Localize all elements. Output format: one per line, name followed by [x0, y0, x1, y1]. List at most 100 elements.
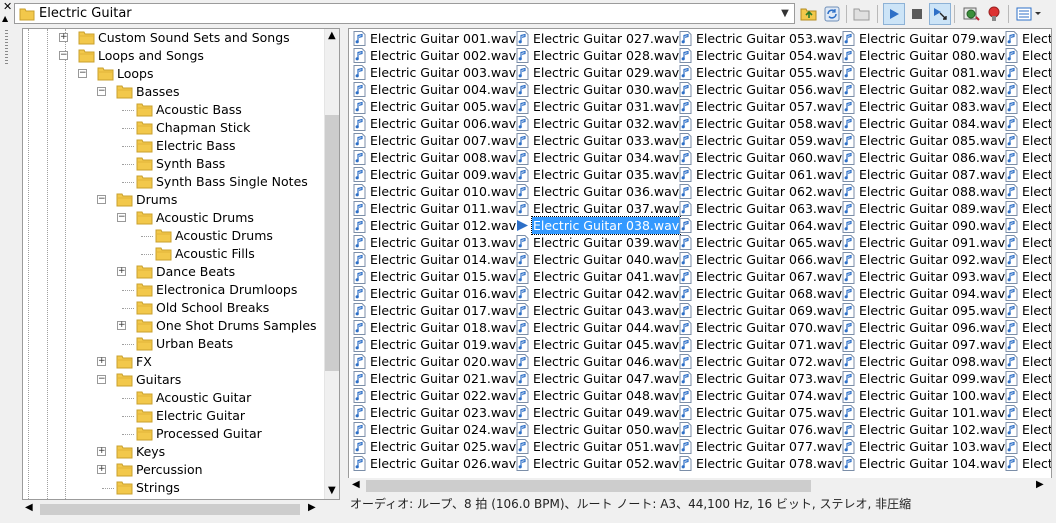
close-icon[interactable]: ✕	[3, 1, 12, 12]
file-name: Electric Guitar 059.wav	[696, 133, 843, 148]
path-value: Electric Guitar	[39, 6, 132, 21]
file-name: Elect	[1022, 133, 1052, 148]
file-name: Electric Guitar 046.wav	[533, 354, 680, 369]
folder-icon	[116, 481, 133, 499]
file-name: Electric Guitar 016.wav	[370, 286, 517, 301]
file-name: Elect	[1022, 99, 1052, 114]
folder-icon	[116, 193, 133, 212]
file-name: Electric Guitar 010.wav	[370, 184, 517, 199]
folder-tree[interactable]: + Custom Sound Sets and Songs − Loops and S…	[22, 28, 340, 500]
file-name: Elect	[1022, 150, 1052, 165]
path-combobox[interactable]: Electric Guitar ▼	[14, 3, 795, 24]
file-name: Electric Guitar 060.wav	[696, 150, 843, 165]
up-folder-button[interactable]	[798, 3, 820, 25]
tree-item-label: Basses	[136, 84, 180, 99]
collapse-icon[interactable]: −	[117, 213, 126, 222]
view-options-button[interactable]	[1014, 3, 1044, 25]
audio-file-icon	[353, 456, 366, 475]
file-name: Electric Guitar 004.wav	[370, 82, 517, 97]
scroll-left-icon[interactable]: ◀	[352, 479, 360, 490]
folder-icon	[78, 31, 95, 50]
file-name: Electric Guitar 071.wav	[696, 337, 843, 352]
play-button[interactable]	[883, 3, 905, 25]
file-name: Electric Guitar 101.wav	[859, 405, 1006, 420]
scroll-up-icon[interactable]: ▲	[328, 30, 336, 41]
file-name: Electric Guitar 057.wav	[696, 99, 843, 114]
tree-item-label: Strings	[136, 480, 180, 495]
file-name: Electric Guitar 038.wav	[530, 216, 682, 235]
tree-item-label: Keys	[136, 444, 166, 459]
file-name: Electric Guitar 073.wav	[696, 371, 843, 386]
folder-icon	[136, 319, 153, 338]
audio-file-icon	[842, 456, 855, 475]
collapse-icon[interactable]: −	[97, 87, 106, 96]
file-name: Electric Guitar 056.wav	[696, 82, 843, 97]
file-name: Electric Guitar 070.wav	[696, 320, 843, 335]
drag-handle[interactable]	[5, 30, 8, 64]
file-name: Electric Guitar 012.wav	[370, 218, 517, 233]
folder-icon	[136, 301, 153, 320]
view-options-icon	[1016, 7, 1041, 21]
file-name: Elect	[1022, 388, 1052, 403]
expand-icon[interactable]: +	[117, 321, 126, 330]
new-folder-button[interactable]	[851, 3, 873, 25]
auto-preview-button[interactable]	[929, 3, 951, 25]
web-button[interactable]	[960, 3, 982, 25]
tree-item-label: Acoustic Drums	[175, 228, 273, 243]
scroll-right-icon[interactable]: ▶	[1036, 479, 1044, 490]
file-name: Electric Guitar 067.wav	[696, 269, 843, 284]
file-name: Electric Guitar 093.wav	[859, 269, 1006, 284]
scroll-down-icon[interactable]: ▼	[328, 485, 336, 496]
folder-icon	[116, 499, 133, 500]
chevron-down-icon[interactable]: ▼	[776, 4, 794, 23]
new-folder-icon	[853, 8, 870, 21]
toolbar-separator	[846, 5, 847, 23]
tree-branch-line	[102, 488, 114, 489]
expand-icon[interactable]: +	[97, 447, 106, 456]
file-name: Electric Guitar 021.wav	[370, 371, 517, 386]
tree-scroll-thumb[interactable]	[325, 115, 339, 371]
file-name: Electric Guitar 001.wav	[370, 31, 517, 46]
expand-icon[interactable]: +	[59, 33, 68, 42]
collapse-icon[interactable]: ▲	[2, 14, 8, 23]
file-name: Electric Guitar 072.wav	[696, 354, 843, 369]
tree-guide-line	[47, 29, 48, 499]
folder-icon	[116, 355, 133, 374]
file-name: Electric Guitar 095.wav	[859, 303, 1006, 318]
file-name: Electric Guitar 002.wav	[370, 48, 517, 63]
stop-button[interactable]	[906, 3, 928, 25]
tree-hscroll-thumb[interactable]	[40, 504, 300, 515]
expand-icon[interactable]: +	[97, 357, 106, 366]
collapse-icon[interactable]: −	[97, 375, 106, 384]
file-name: Electric Guitar 052.wav	[533, 456, 680, 471]
scroll-right-icon[interactable]: ▶	[308, 502, 316, 513]
file-name: Electric Guitar 008.wav	[370, 150, 517, 165]
tree-horizontal-scrollbar[interactable]: ◀ ▶	[22, 501, 340, 518]
scroll-left-icon[interactable]: ◀	[25, 502, 33, 513]
file-name: Electric Guitar 033.wav	[533, 133, 680, 148]
file-name: Elect	[1022, 167, 1052, 182]
collapse-icon[interactable]: −	[97, 195, 106, 204]
refresh-button[interactable]	[821, 3, 843, 25]
file-name: Electric Guitar 103.wav	[859, 439, 1006, 454]
file-list[interactable]: Electric Guitar 001.wav Electric Guitar 0…	[348, 28, 1052, 494]
collapse-icon[interactable]: −	[59, 51, 68, 60]
tree-item-label: Custom Sound Sets and Songs	[98, 30, 290, 45]
file-name: Electric Guitar 104.wav	[859, 456, 1006, 471]
play-icon	[890, 9, 899, 19]
record-button[interactable]	[983, 3, 1005, 25]
file-name: Electric Guitar 049.wav	[533, 405, 680, 420]
expand-icon[interactable]: +	[97, 465, 106, 474]
file-name: Electric Guitar 024.wav	[370, 422, 517, 437]
expand-icon[interactable]: +	[117, 267, 126, 276]
file-name: Electric Guitar 075.wav	[696, 405, 843, 420]
file-name: Electric Guitar 097.wav	[859, 337, 1006, 352]
tree-branch-line	[122, 308, 134, 309]
file-hscroll-thumb[interactable]	[366, 480, 811, 492]
tree-item-label: Processed Guitar	[156, 426, 262, 441]
file-name: Elect	[1022, 286, 1052, 301]
tree-item-label: Chapman Stick	[156, 120, 251, 135]
collapse-icon[interactable]: −	[78, 69, 87, 78]
up-folder-icon	[800, 8, 817, 21]
file-name: Electric Guitar 087.wav	[859, 167, 1006, 182]
